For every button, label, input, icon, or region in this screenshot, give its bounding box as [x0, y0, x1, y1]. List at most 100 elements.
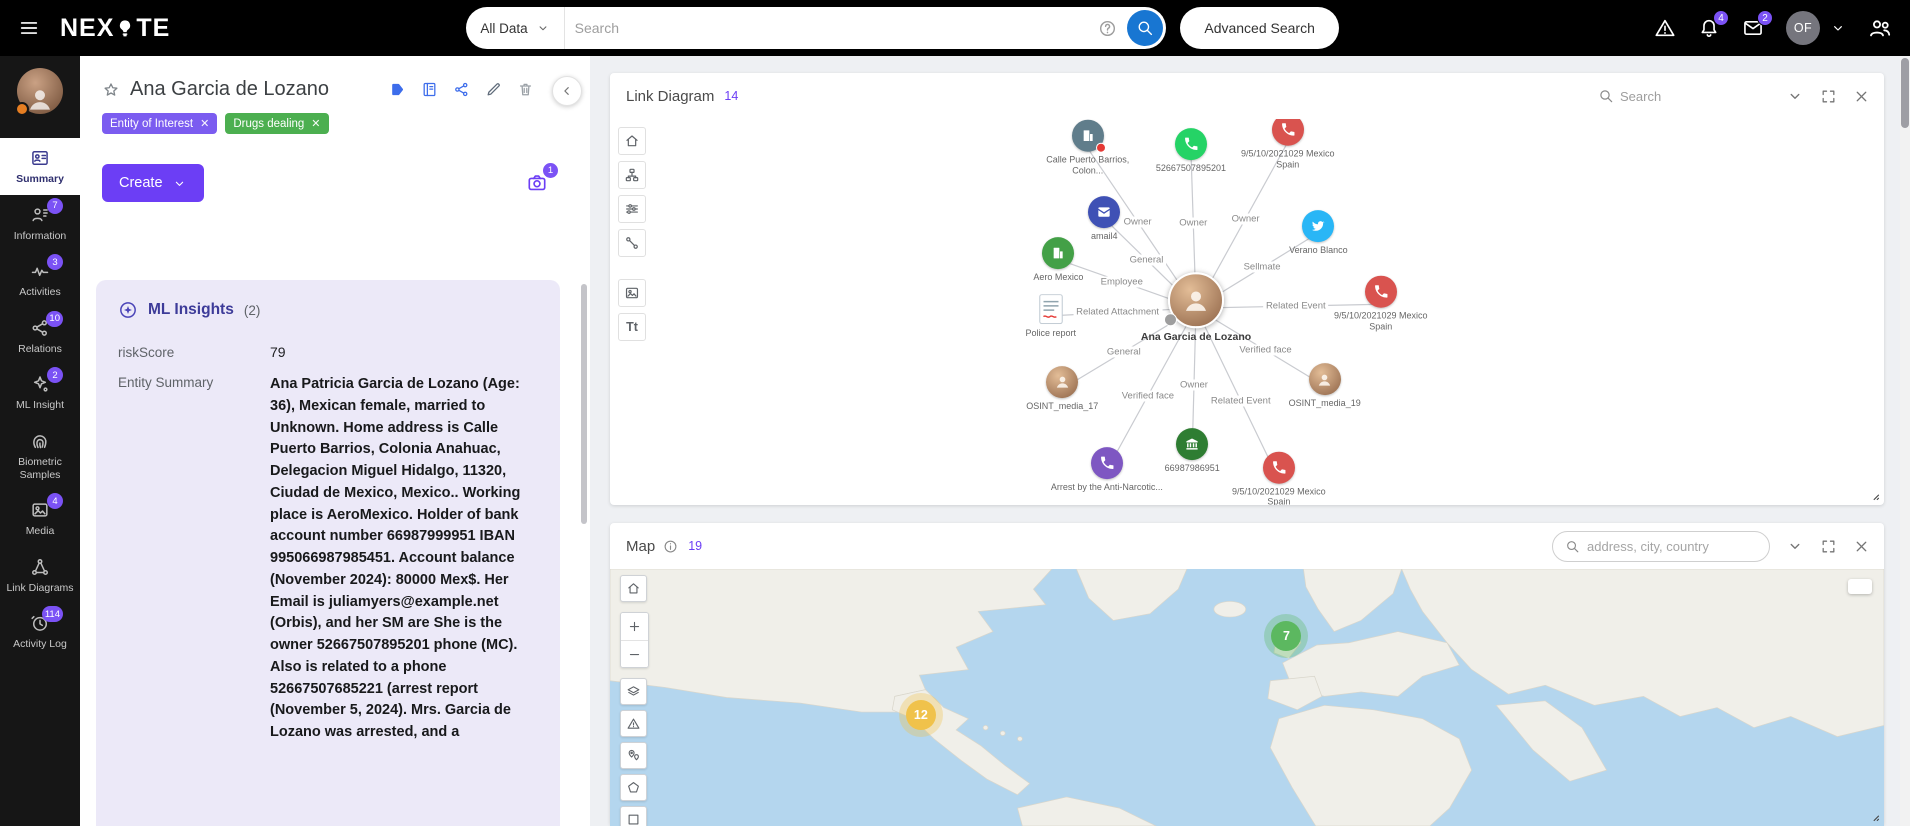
- map-layers-button[interactable]: [620, 678, 647, 705]
- map-home-button[interactable]: [620, 575, 647, 602]
- entity-tag-chip[interactable]: Entity of Interest ✕: [102, 113, 218, 134]
- map-cluster-marker[interactable]: 12: [898, 693, 943, 738]
- create-button[interactable]: Create: [102, 164, 204, 202]
- topbar-icons: 4 2 OF: [1654, 10, 1892, 45]
- global-search-bar: All Data: [466, 7, 1167, 49]
- graph-layout-button[interactable]: [618, 161, 646, 189]
- graph-node-label: Calle Puerto Barrios, Colon...: [1046, 155, 1130, 176]
- resize-handle-icon[interactable]: [1866, 808, 1881, 823]
- map-header: Map 19: [610, 523, 1884, 569]
- hamburger-menu-icon[interactable]: [18, 17, 40, 39]
- sidebar-item-activities[interactable]: 3 Activities: [0, 251, 80, 308]
- entity-tag-chip[interactable]: Drugs dealing ✕: [225, 113, 329, 134]
- profile-avatar[interactable]: [15, 68, 63, 116]
- search-button[interactable]: [1127, 10, 1164, 46]
- remove-tag-icon[interactable]: ✕: [311, 117, 320, 130]
- label-tag-icon[interactable]: [389, 81, 406, 98]
- photo-node-icon: [1046, 365, 1079, 398]
- messages-mail-icon[interactable]: 2: [1742, 10, 1773, 39]
- graph-edge-label: General: [1126, 254, 1167, 266]
- map-cluster-marker[interactable]: 7: [1264, 614, 1309, 659]
- sidebar-item-media[interactable]: 4 Media: [0, 490, 80, 547]
- entity-actions: [389, 81, 534, 98]
- resize-handle-icon[interactable]: [1866, 487, 1881, 502]
- sidebar-item-information[interactable]: 7 Information: [0, 195, 80, 252]
- graph-export-image-button[interactable]: [618, 279, 646, 307]
- fullscreen-expand-icon[interactable]: [1820, 88, 1837, 105]
- search-icon: [1565, 539, 1580, 554]
- remove-tag-icon[interactable]: ✕: [200, 117, 209, 130]
- logo: NEX TE: [60, 14, 170, 43]
- entity-panel-scrollbar[interactable]: [581, 284, 587, 524]
- graph-node-company[interactable]: Aero Mexico: [1000, 236, 1116, 283]
- delete-trash-icon[interactable]: [517, 81, 534, 98]
- graph-text-tool-button[interactable]: Tt: [618, 313, 646, 341]
- graph-node-phone[interactable]: 9/5/10/2021029 Mexico Spain: [1221, 451, 1337, 505]
- ml-insight-row-label: Entity Summary: [118, 375, 214, 390]
- sidebar-item-relations[interactable]: 10 Relations: [0, 308, 80, 365]
- collapse-chevron-icon[interactable]: [1786, 537, 1804, 555]
- graph-node-phone[interactable]: 9/5/10/2021029 Mexico Spain: [1323, 275, 1439, 333]
- user-menu-chevron-icon[interactable]: [1830, 20, 1846, 36]
- sidebar-item-biometric-samples[interactable]: Biometric Samples: [0, 421, 80, 490]
- graph-home-button[interactable]: [618, 127, 646, 155]
- graph-node-photo[interactable]: OSINT_media_17: [1004, 365, 1120, 412]
- ml-insight-row: riskScore 79: [118, 344, 542, 360]
- media-quick-button[interactable]: 1: [526, 163, 558, 194]
- window-scrollbar-thumb[interactable]: [1901, 58, 1909, 128]
- fullscreen-expand-icon[interactable]: [1820, 538, 1837, 555]
- ml-insight-row-label: riskScore: [118, 345, 175, 360]
- close-icon[interactable]: [1853, 538, 1870, 555]
- phone-node-icon: [1271, 119, 1304, 146]
- graph-node-address[interactable]: Calle Puerto Barrios, Colon...: [1030, 120, 1146, 177]
- draw-rectangle-button[interactable]: [620, 806, 647, 826]
- zoom-in-button[interactable]: [621, 613, 648, 640]
- map-search-input[interactable]: [1587, 538, 1757, 554]
- window-scrollbar[interactable]: [1900, 56, 1910, 826]
- graph-node-social[interactable]: Verano Blanco: [1260, 209, 1376, 256]
- journal-icon[interactable]: [421, 81, 438, 98]
- users-icon[interactable]: [1868, 16, 1892, 40]
- link-diagram-search-input[interactable]: [1620, 88, 1770, 104]
- help-icon[interactable]: [1098, 19, 1117, 38]
- system-alert-icon[interactable]: [1654, 17, 1676, 39]
- sidebar-item-link-diagrams[interactable]: Link Diagrams: [0, 547, 80, 604]
- graph-node-phone[interactable]: 9/5/10/2021029 Mexico Spain: [1230, 119, 1346, 170]
- zoom-out-button[interactable]: [621, 640, 648, 667]
- graph-node-email[interactable]: amail4: [1046, 195, 1162, 242]
- user-avatar[interactable]: OF: [1786, 11, 1820, 45]
- entity-header: Ana Garcia de Lozano: [80, 78, 590, 101]
- graph-connections-button[interactable]: [618, 229, 646, 257]
- map-overview-toggle[interactable]: [1848, 579, 1872, 594]
- link-diagram-canvas[interactable]: Ana Garcia de Lozano Calle Puerto Barrios…: [610, 119, 1884, 505]
- collapse-panel-button[interactable]: [552, 76, 582, 106]
- share-icon[interactable]: [453, 81, 470, 98]
- sidebar-item-summary[interactable]: Summary: [0, 138, 80, 195]
- entity-tag-label: Drugs dealing: [233, 117, 305, 130]
- sidebar-item-ml-insight[interactable]: 2 ML Insight: [0, 364, 80, 421]
- graph-node-photo[interactable]: OSINT_media_19: [1267, 363, 1383, 409]
- map-hazard-button[interactable]: [620, 710, 647, 737]
- favorite-star-icon[interactable]: [102, 81, 120, 99]
- map-pins-button[interactable]: [620, 742, 647, 769]
- map-canvas[interactable]: 7 12: [610, 569, 1884, 826]
- close-icon[interactable]: [1853, 88, 1870, 105]
- entity-title: Ana Garcia de Lozano: [130, 78, 330, 100]
- global-search-input[interactable]: [564, 20, 1099, 36]
- sidebar-item-activity-log[interactable]: 114 Activity Log: [0, 603, 80, 660]
- entity-panel: Ana Garcia de Lozano Entity of Interest ✕…: [80, 56, 590, 826]
- graph-node-document[interactable]: Police report: [993, 293, 1109, 339]
- graph-center-node[interactable]: Ana Garcia de Lozano: [1126, 272, 1266, 344]
- ml-insight-row-value: 79: [270, 344, 286, 360]
- advanced-search-button[interactable]: Advanced Search: [1180, 7, 1339, 49]
- graph-node-label: OSINT_media_19: [1288, 398, 1361, 409]
- edit-pencil-icon[interactable]: [485, 81, 502, 98]
- graph-filter-button[interactable]: [618, 195, 646, 223]
- topbar: NEX TE All Data Advanced Search 4 2 OF: [0, 0, 1910, 56]
- collapse-chevron-icon[interactable]: [1786, 87, 1804, 105]
- map-panel: Map 19 address, city, country 7 12: [610, 523, 1884, 826]
- info-icon[interactable]: [663, 539, 678, 554]
- draw-polygon-button[interactable]: [620, 774, 647, 801]
- search-scope-select[interactable]: All Data: [466, 7, 565, 49]
- notifications-bell-icon[interactable]: 4: [1698, 10, 1729, 39]
